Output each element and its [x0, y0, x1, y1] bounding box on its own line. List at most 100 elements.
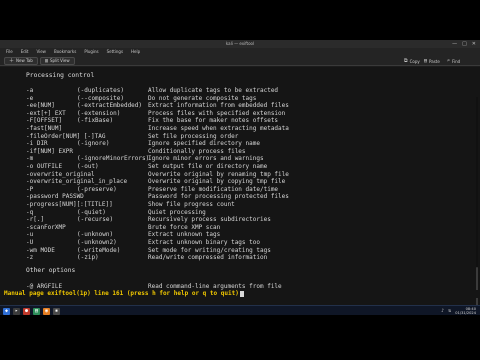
option-long-name: (-ignore) [77, 140, 110, 148]
clock-date: 01/31/2024 [455, 311, 476, 315]
option-description: Set mode for writing/creating tags [148, 246, 271, 254]
section-heading: Processing control [26, 72, 95, 79]
split-view-label: Split View [50, 58, 70, 63]
option-long-name: (-unknown2) [77, 239, 117, 246]
option-long-name: (-ignoreMinorErrors) [77, 155, 150, 163]
option-description: Preserve file modification date/time [148, 185, 279, 193]
option-description: Allow duplicate tags to be extracted [148, 87, 279, 94]
paste-label: Paste [429, 58, 440, 64]
copy-button[interactable]: ⧉ Copy [404, 57, 420, 65]
maximize-button[interactable]: □ [462, 40, 467, 48]
terminal-icon[interactable]: ▸ [13, 307, 20, 315]
option-flag: -q [26, 208, 34, 216]
option-flag: -password PASSWD [26, 193, 84, 201]
menu-settings[interactable]: Settings [107, 48, 123, 56]
option-long-name: (-writeMode) [77, 246, 121, 254]
pager-status-line: Manual page exiftool(1p) line 161 (press… [0, 290, 480, 298]
new-tab-label: New Tab [16, 58, 33, 63]
option-flag: -e [26, 94, 34, 102]
terminal-window: kali — exiftool — □ ✕ File Edit View Boo… [0, 40, 480, 305]
section-heading: Other options [26, 267, 76, 274]
menu-plugins[interactable]: Plugins [84, 48, 98, 56]
terminal-running-icon[interactable]: ▪ [53, 307, 60, 315]
close-button[interactable]: ✕ [472, 40, 476, 48]
option-flag: -U [26, 239, 34, 246]
copy-label: Copy [409, 58, 420, 64]
option-description: Read command-line arguments from file [148, 283, 282, 290]
option-long-name: (-extractEmbedded) [77, 102, 143, 110]
option-flag: -progress[NUM][:[TITLE]] [26, 201, 113, 208]
new-tab-button[interactable]: ＋ New Tab [4, 57, 38, 65]
scrollbar-thumb[interactable] [476, 267, 478, 305]
option-description: Extract unknown binary tags too [148, 239, 260, 246]
option-flag: -u [26, 231, 34, 239]
option-flag: -m [26, 155, 34, 163]
option-description: Increase speed when extracting metadata [148, 125, 289, 132]
option-flag: -scanForXMP [26, 223, 66, 231]
menu-bookmarks[interactable]: Bookmarks [54, 48, 76, 56]
search-icon: ⌕ [447, 58, 451, 64]
option-description: Ignore minor errors and warnings [148, 155, 264, 163]
option-flag: -r[.] [26, 216, 45, 224]
option-long-name: (-preserve) [77, 185, 117, 193]
option-description: Overwrite original by renaming tmp file [148, 170, 289, 178]
option-long-name: (-zip) [77, 254, 99, 262]
option-flag: -P [26, 185, 34, 193]
option-description: Set output file or directory name [148, 163, 268, 170]
new-tab-icon: ＋ [9, 58, 15, 64]
option-description: Brute force XMP scan [148, 223, 221, 231]
option-flag: -o OUTFILE [26, 163, 63, 170]
find-button[interactable]: ⌕ Find [447, 57, 460, 65]
menu-help[interactable]: Help [131, 48, 140, 56]
network-icon[interactable]: ⇅ [448, 308, 451, 314]
option-long-name: (-recurse) [77, 216, 114, 224]
paste-button[interactable]: ▤ Paste [424, 57, 440, 65]
taskbar: ◆ ▸ ● ▤ ◉ ▪ ♪ ⇅ 08:40 01/31/2024 [0, 305, 480, 315]
menu-view[interactable]: View [36, 48, 46, 56]
option-description: Overwrite original by copying tmp file [148, 178, 286, 186]
option-long-name: (-quiet) [77, 208, 106, 216]
menu-bar: File Edit View Bookmarks Plugins Setting… [0, 48, 480, 56]
option-long-name: (--composite) [77, 94, 124, 102]
option-description: Extract information from embedded files [148, 102, 289, 110]
split-view-button[interactable]: ▥ Split View [40, 57, 75, 65]
option-flag: -overwrite_original [26, 170, 95, 178]
option-description: Password for processing protected files [148, 193, 289, 201]
menu-file[interactable]: File [6, 48, 13, 56]
find-label: Find [452, 58, 461, 64]
menu-edit[interactable]: Edit [21, 48, 29, 56]
app-menu-icon[interactable]: ◆ [3, 307, 10, 315]
option-description: Recursively process subdirectories [148, 216, 271, 224]
screen: kali — exiftool — □ ✕ File Edit View Boo… [0, 0, 480, 360]
browser-icon[interactable]: ◉ [43, 307, 50, 315]
clock[interactable]: 08:40 01/31/2024 [455, 307, 476, 315]
window-titlebar[interactable]: kali — exiftool — □ ✕ [0, 40, 480, 48]
option-long-name: (-fixBase) [77, 117, 114, 125]
files-icon[interactable]: ▤ [33, 307, 40, 315]
option-flag: -ee[NUM] [26, 102, 55, 110]
volume-icon[interactable]: ♪ [441, 308, 444, 314]
paste-icon: ▤ [424, 58, 428, 64]
option-description: Set file processing order [148, 132, 239, 140]
option-flag: -ext[+] EXT [26, 109, 66, 117]
option-description: Fix the base for maker notes offsets [148, 117, 279, 125]
option-flag: -@ ARGFILE [26, 283, 63, 290]
option-long-name: (-duplicates) [77, 87, 124, 94]
option-flag: -F[OFFSET] [26, 117, 63, 125]
split-view-icon: ▥ [45, 58, 49, 64]
option-description: Ignore specified directory name [148, 140, 260, 148]
option-description: Quiet processing [148, 208, 206, 216]
option-description: Conditionally process files [148, 147, 246, 155]
option-long-name: (-extension) [77, 109, 121, 117]
terminal-content[interactable]: Processing control -a (-duplicates) Allow … [0, 67, 480, 305]
option-description: Read/write compressed information [148, 254, 268, 262]
status-text: Manual page exiftool(1p) line 161 (press… [4, 290, 239, 297]
option-flag: -fast[NUM] [26, 125, 63, 132]
minimize-button[interactable]: — [452, 40, 457, 48]
text-cursor [239, 290, 244, 297]
option-description: Show file progress count [148, 201, 235, 208]
window-title: kali — exiftool [225, 41, 255, 46]
option-description: Extract unknown tags [148, 231, 221, 239]
app-icon[interactable]: ● [23, 307, 30, 315]
option-flag: -overwrite_original_in_place [26, 178, 128, 186]
